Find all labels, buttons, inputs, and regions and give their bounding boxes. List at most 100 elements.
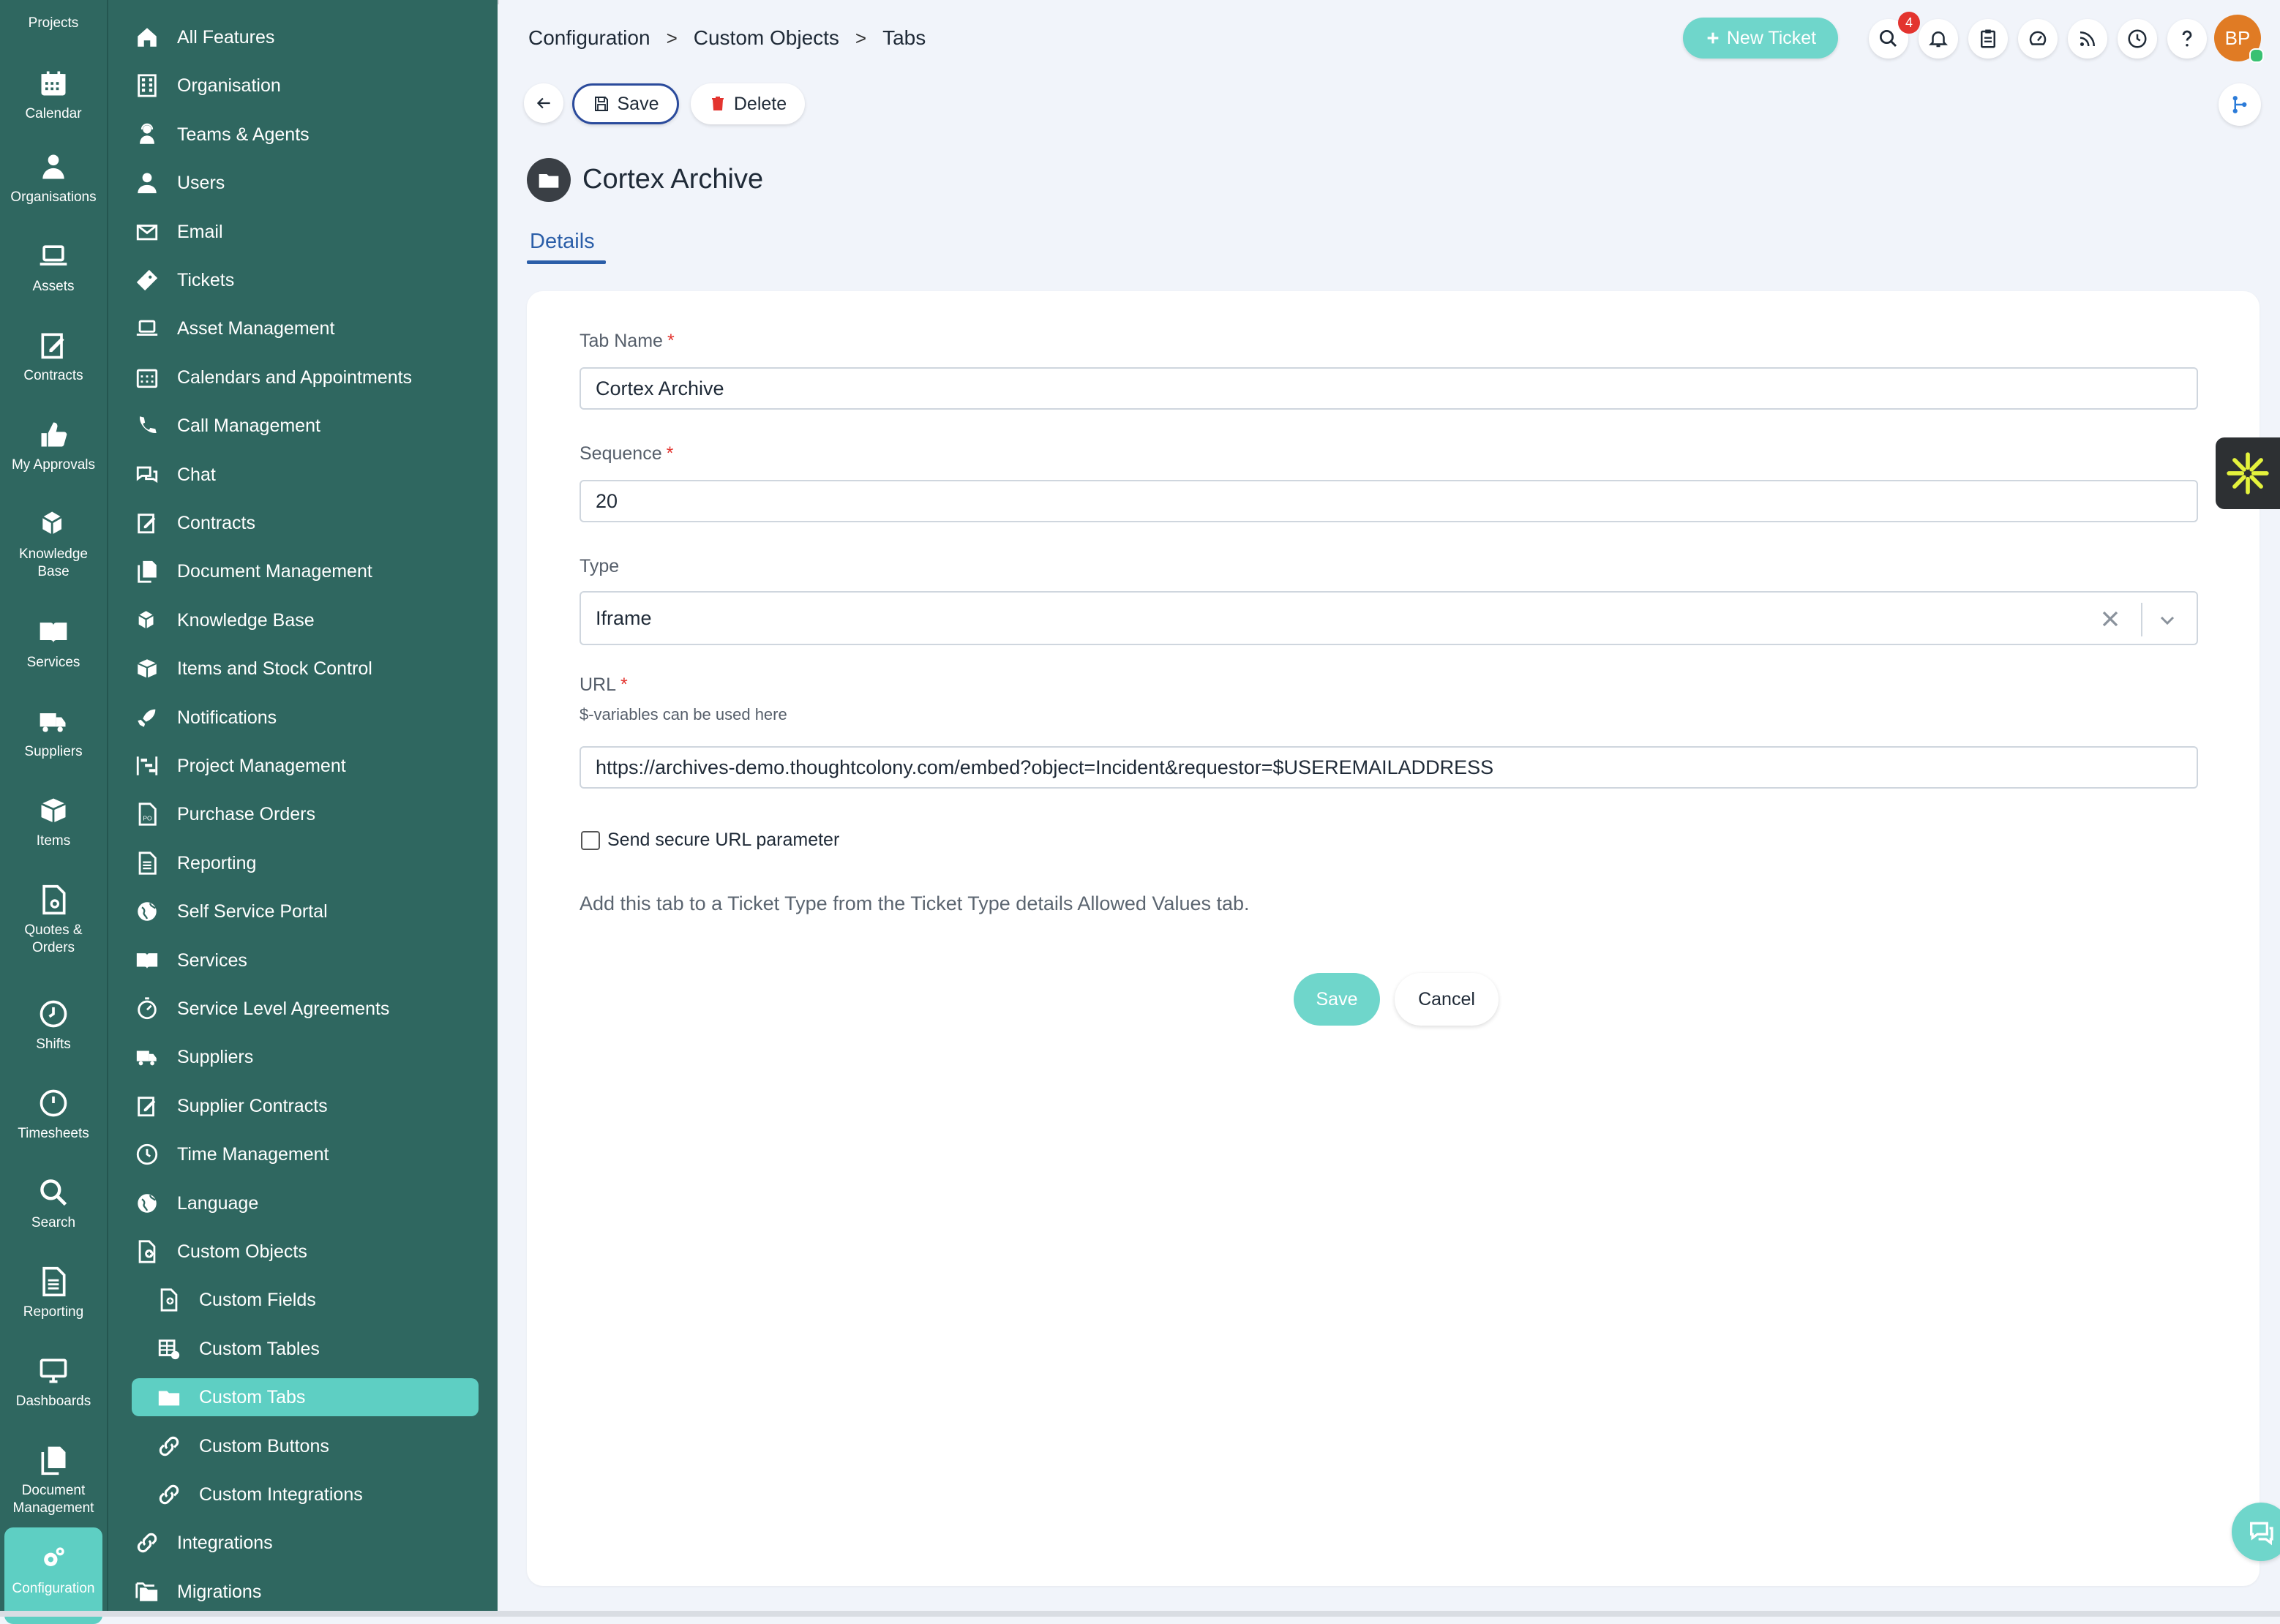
sequence-input[interactable] bbox=[580, 480, 2198, 522]
nav-item-label: Call Management bbox=[177, 415, 320, 436]
nav-item-calendars-and-appointments[interactable]: Calendars and Appointments bbox=[135, 358, 479, 396]
nav-item-custom-tabs[interactable]: Custom Tabs bbox=[132, 1378, 479, 1416]
workflow-button[interactable] bbox=[2219, 83, 2261, 126]
folder-icon bbox=[158, 1391, 180, 1406]
nav-item-time-management[interactable]: Time Management bbox=[135, 1135, 479, 1173]
nav-item-custom-buttons[interactable]: Custom Buttons bbox=[157, 1427, 479, 1465]
nav-item-label: Reporting bbox=[177, 852, 257, 873]
chat-icon bbox=[2250, 1522, 2273, 1546]
header-history-button[interactable] bbox=[2118, 19, 2157, 59]
secure-url-label[interactable]: Send secure URL parameter bbox=[607, 830, 839, 851]
nav-item-reporting[interactable]: Reporting bbox=[135, 844, 479, 882]
rail-item-document-management[interactable]: Document Management bbox=[4, 1444, 102, 1517]
rail-item-services[interactable]: Services bbox=[4, 616, 102, 672]
header-help-button[interactable] bbox=[2167, 19, 2207, 59]
nav-item-label: Purchase Orders bbox=[177, 803, 315, 824]
nav-item-label: Teams & Agents bbox=[177, 124, 310, 145]
online-status-dot bbox=[2249, 48, 2264, 63]
nav-item-email[interactable]: Email bbox=[135, 213, 479, 251]
rail-item-suppliers[interactable]: Suppliers bbox=[4, 705, 102, 761]
type-select[interactable]: Iframe bbox=[580, 591, 2198, 645]
nav-item-asset-management[interactable]: Asset Management bbox=[135, 309, 479, 347]
rail-item-dashboards[interactable]: Dashboards bbox=[4, 1355, 102, 1410]
nav-item-call-management[interactable]: Call Management bbox=[135, 407, 479, 445]
url-input[interactable] bbox=[580, 746, 2198, 789]
nav-item-teams-and-agents[interactable]: Teams & Agents bbox=[135, 116, 479, 154]
nav-item-organisation[interactable]: Organisation bbox=[135, 67, 479, 105]
form-save-button[interactable]: Save bbox=[1294, 973, 1380, 1026]
rail-item-search[interactable]: Search bbox=[4, 1176, 102, 1232]
clipboard-icon bbox=[1981, 29, 1995, 48]
nav-item-chat[interactable]: Chat bbox=[135, 456, 479, 494]
nav-item-language[interactable]: Language bbox=[135, 1184, 479, 1222]
nav-item-custom-fields[interactable]: Custom Fields bbox=[157, 1281, 479, 1319]
nav-item-custom-tables[interactable]: Custom Tables bbox=[157, 1330, 479, 1368]
ticket-icon bbox=[136, 269, 158, 291]
rail-item-label: Dashboards bbox=[15, 1394, 91, 1409]
breadcrumb-configuration[interactable]: Configuration bbox=[528, 26, 650, 50]
rail-item-shifts[interactable]: Shifts bbox=[4, 998, 102, 1053]
nav-item-all-features[interactable]: All Features bbox=[135, 18, 479, 56]
header-dashboard-button[interactable] bbox=[2018, 19, 2058, 59]
select-divider bbox=[2141, 603, 2142, 636]
rail-item-timesheets[interactable]: Timesheets bbox=[4, 1087, 102, 1143]
rail-item-reporting[interactable]: Reporting bbox=[4, 1266, 102, 1321]
search-icon bbox=[40, 1179, 67, 1206]
nav-item-contracts[interactable]: Contracts bbox=[135, 504, 479, 542]
nav-item-service-level-agreements[interactable]: Service Level Agreements bbox=[135, 990, 479, 1028]
nav-item-items-and-stock-control[interactable]: Items and Stock Control bbox=[135, 650, 479, 688]
tab-details[interactable]: Details bbox=[530, 230, 595, 254]
form-cancel-button[interactable]: Cancel bbox=[1395, 973, 1499, 1026]
toolbar-delete-button[interactable]: Delete bbox=[691, 83, 805, 124]
toolbar-save-label: Save bbox=[617, 93, 659, 114]
nav-item-custom-objects[interactable]: Custom Objects bbox=[135, 1233, 479, 1271]
nav-item-label: Suppliers bbox=[177, 1046, 254, 1067]
rail-item-items[interactable]: Items bbox=[4, 794, 102, 850]
toolbar-save-button[interactable]: Save bbox=[572, 83, 679, 124]
nav-item-suppliers[interactable]: Suppliers bbox=[135, 1038, 479, 1076]
breadcrumb: Configuration > Custom Objects > Tabs bbox=[528, 26, 926, 50]
breadcrumb-custom-objects[interactable]: Custom Objects bbox=[694, 26, 839, 50]
nav-item-services[interactable]: Services bbox=[135, 941, 479, 980]
nav-item-supplier-contracts[interactable]: Supplier Contracts bbox=[135, 1087, 479, 1125]
nav-item-purchase-orders[interactable]: PO Purchase Orders bbox=[135, 795, 479, 833]
clear-icon[interactable] bbox=[2097, 606, 2123, 632]
type-label: Type bbox=[580, 556, 620, 576]
chevron-down-icon[interactable] bbox=[2156, 609, 2179, 632]
rail-item-quotes-orders[interactable]: Quotes & Orders bbox=[4, 884, 102, 957]
nav-item-label: All Features bbox=[177, 26, 275, 48]
nav-item-users[interactable]: Users bbox=[135, 164, 479, 202]
nav-item-knowledge-base[interactable]: Knowledge Base bbox=[135, 601, 479, 639]
header-feed-button[interactable] bbox=[2068, 19, 2107, 59]
clock-icon bbox=[40, 1089, 67, 1117]
rail-item-projects[interactable]: Projects bbox=[4, 15, 102, 32]
nav-item-custom-integrations[interactable]: Custom Integrations bbox=[157, 1475, 479, 1514]
secure-url-checkbox[interactable] bbox=[581, 831, 600, 850]
rail-item-organisations[interactable]: Organisations bbox=[4, 151, 102, 206]
rail-item-assets[interactable]: Assets bbox=[4, 240, 102, 296]
nav-item-integrations[interactable]: Integrations bbox=[135, 1524, 479, 1562]
nav-item-project-management[interactable]: Project Management bbox=[135, 747, 479, 785]
nav-item-migrations[interactable]: Migrations bbox=[135, 1573, 479, 1611]
rail-item-contracts[interactable]: Contracts bbox=[4, 329, 102, 385]
nav-item-label: Chat bbox=[177, 464, 216, 485]
nav-item-document-management[interactable]: Document Management bbox=[135, 552, 479, 590]
nav-item-notifications[interactable]: Notifications bbox=[135, 699, 479, 737]
nav-item-tickets[interactable]: Tickets bbox=[135, 261, 479, 299]
new-ticket-button[interactable]: New Ticket bbox=[1683, 18, 1838, 59]
rail-item-knowledge-base[interactable]: Knowledge Base bbox=[4, 508, 102, 581]
header-notifications-button[interactable] bbox=[1919, 19, 1958, 59]
nav-item-self-service-portal[interactable]: Self Service Portal bbox=[135, 892, 479, 931]
rail-item-calendar[interactable]: Calendar bbox=[4, 67, 102, 123]
tab-name-input[interactable] bbox=[580, 367, 2198, 410]
page-title: Cortex Archive bbox=[582, 164, 764, 195]
rail-item-configuration[interactable]: Configuration bbox=[4, 1527, 102, 1624]
folders-icon bbox=[135, 1582, 158, 1601]
back-button[interactable] bbox=[524, 83, 563, 123]
assistant-widget[interactable] bbox=[2216, 437, 2280, 509]
nav-item-label: Service Level Agreements bbox=[177, 998, 390, 1019]
custom-object-icon bbox=[138, 1240, 156, 1263]
rail-item-my-approvals[interactable]: My Approvals bbox=[4, 418, 102, 474]
header-clipboard-button[interactable] bbox=[1968, 19, 2008, 59]
nav-item-label: Custom Tabs bbox=[199, 1386, 306, 1407]
